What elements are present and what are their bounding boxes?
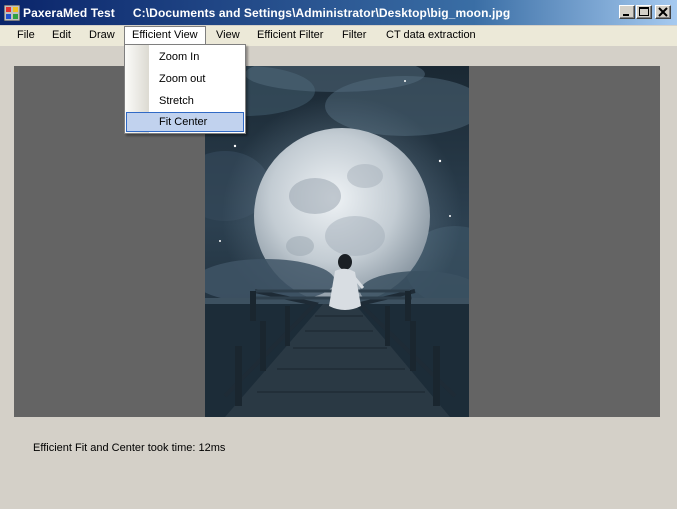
menu-item-zoom-in[interactable]: Zoom In	[126, 47, 244, 67]
minimize-button[interactable]	[619, 5, 635, 19]
close-button[interactable]	[655, 5, 671, 19]
window-title: PaxeraMed Test C:\Documents and Settings\…	[23, 6, 510, 20]
menu-edit[interactable]: Edit	[44, 26, 79, 46]
maximize-icon	[639, 7, 649, 16]
app-title: PaxeraMed Test	[23, 6, 115, 20]
menu-item-zoom-out[interactable]: Zoom out	[126, 69, 244, 89]
menu-view[interactable]: View	[208, 26, 248, 46]
menu-draw[interactable]: Draw	[81, 26, 123, 46]
title-bar: PaxeraMed Test C:\Documents and Settings\…	[0, 0, 677, 26]
menu-bar: File Edit Draw Efficient View View Effic…	[0, 26, 677, 46]
app-grid-icon[interactable]	[4, 5, 20, 21]
menu-efficient-view[interactable]: Efficient View	[124, 26, 206, 46]
menu-item-stretch[interactable]: Stretch	[126, 91, 244, 111]
file-path: C:\Documents and Settings\Administrator\…	[132, 6, 511, 20]
status-label: Efficient Fit and Center took time: 12ms	[33, 442, 226, 454]
maximize-button[interactable]	[636, 5, 652, 19]
menu-ct-data-extraction[interactable]: CT data extraction	[378, 26, 484, 46]
image-viewer[interactable]	[14, 66, 660, 417]
close-icon	[658, 7, 668, 17]
efficient-view-dropdown: Zoom In Zoom out Stretch Fit Center	[124, 44, 246, 134]
menu-file[interactable]: File	[9, 26, 43, 46]
menu-item-fit-center[interactable]: Fit Center	[126, 112, 244, 132]
menu-filter[interactable]: Filter	[334, 26, 374, 46]
minimize-icon	[623, 14, 629, 16]
menu-efficient-filter[interactable]: Efficient Filter	[249, 26, 331, 46]
